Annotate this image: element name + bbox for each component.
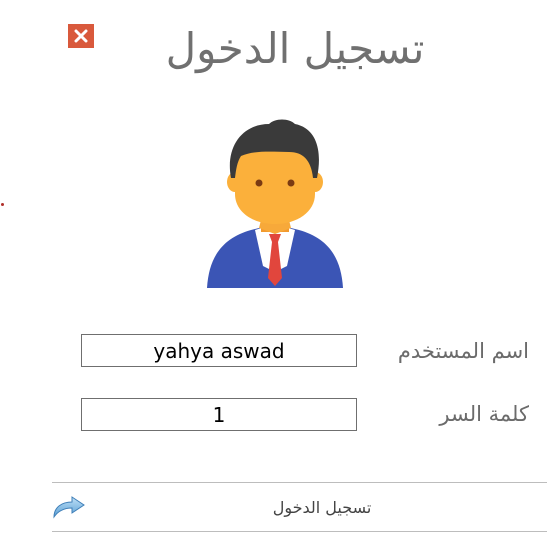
user-avatar-icon xyxy=(207,119,343,288)
login-button-label: تسجيل الدخول xyxy=(272,498,372,517)
username-field[interactable] xyxy=(81,334,357,367)
red-dot-marker xyxy=(1,203,4,206)
close-icon xyxy=(74,29,88,43)
password-field[interactable] xyxy=(81,398,357,431)
redo-arrow-icon xyxy=(53,496,85,519)
username-label: اسم المستخدم xyxy=(397,339,529,363)
page-title: تسجيل الدخول xyxy=(165,24,425,73)
login-button[interactable]: تسجيل الدخول xyxy=(52,482,547,532)
password-label: كلمة السر xyxy=(439,402,529,426)
close-button[interactable] xyxy=(68,24,94,48)
